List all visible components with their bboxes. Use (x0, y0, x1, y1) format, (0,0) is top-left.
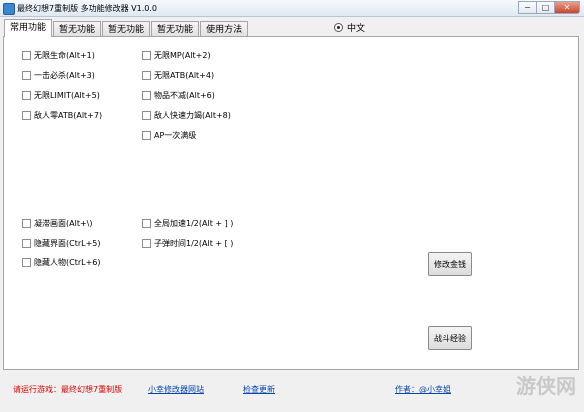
language-radio[interactable] (334, 23, 343, 32)
option-infinite-atb[interactable]: 无限ATB(Alt+4) (142, 70, 214, 81)
app-icon (3, 3, 15, 15)
tab-none-2[interactable]: 暂无功能 (102, 21, 151, 37)
option-freeze-screen[interactable]: 凝滞画面(Alt+\) (22, 218, 92, 229)
option-label: 隐藏人物(CtrL+6) (34, 258, 101, 267)
watermark-logo: 游侠网 (516, 374, 576, 398)
maximize-button[interactable]: □ (536, 1, 554, 14)
checkbox[interactable] (22, 71, 31, 80)
checkbox[interactable] (142, 131, 151, 140)
minimize-button[interactable]: − (518, 1, 536, 14)
option-enemy-zero-atb[interactable]: 敌人零ATB(Alt+7) (22, 110, 102, 121)
option-enemy-fast-stagger[interactable]: 敌人快速力竭(Alt+8) (142, 110, 231, 121)
run-game-notice: 请运行游戏：最终幻想7重制版 (13, 385, 123, 394)
option-hide-ui[interactable]: 隐藏界面(CtrL+5) (22, 238, 101, 249)
checkbox[interactable] (22, 51, 31, 60)
option-label: 无限LIMIT(Alt+5) (34, 91, 100, 100)
option-items-unlimited[interactable]: 物品不减(Alt+6) (142, 90, 215, 101)
option-bullet-time[interactable]: 子弹时间1/2(Alt + [ ) (142, 238, 233, 249)
checkbox[interactable] (22, 239, 31, 248)
option-label: 无限MP(Alt+2) (154, 51, 211, 60)
check-update-link[interactable]: 检查更新 (243, 384, 275, 395)
option-label: 子弹时间1/2(Alt + [ ) (154, 239, 234, 248)
option-ap-max-level[interactable]: AP一次满级 (142, 130, 196, 141)
option-label: 全局加速1/2(Alt + ] ) (154, 219, 234, 228)
site-link[interactable]: 小幸修改器网站 (148, 384, 204, 395)
option-label: 物品不减(Alt+6) (154, 91, 215, 100)
option-label: AP一次满级 (154, 131, 197, 140)
option-infinite-hp[interactable]: 无限生命(Alt+1) (22, 50, 95, 61)
tab-usage[interactable]: 使用方法 (200, 21, 249, 37)
option-label: 敌人零ATB(Alt+7) (34, 111, 103, 120)
option-label: 一击必杀(Alt+3) (34, 71, 95, 80)
close-button[interactable]: ✕ (554, 1, 580, 14)
option-label: 无限生命(Alt+1) (34, 51, 95, 60)
window-controls: − □ ✕ (518, 1, 580, 14)
checkbox[interactable] (22, 91, 31, 100)
title-bar: 最终幻想7重制版 多功能修改器 V1.0.0 − □ ✕ (0, 0, 584, 17)
battle-exp-button[interactable]: 战斗经验 (428, 326, 472, 350)
option-infinite-mp[interactable]: 无限MP(Alt+2) (142, 50, 211, 61)
option-global-speed[interactable]: 全局加速1/2(Alt + ] ) (142, 218, 233, 229)
option-infinite-limit[interactable]: 无限LIMIT(Alt+5) (22, 90, 100, 101)
tab-strip: 常用功能 暂无功能 暂无功能 暂无功能 使用方法 (4, 19, 249, 37)
checkbox[interactable] (142, 239, 151, 248)
option-label: 无限ATB(Alt+4) (154, 71, 215, 80)
tab-common-functions[interactable]: 常用功能 (4, 19, 53, 37)
checkbox[interactable] (22, 219, 31, 228)
options-panel: 无限生命(Alt+1) 一击必杀(Alt+3) 无限LIMIT(Alt+5) 敌… (3, 36, 579, 370)
option-label: 凝滞画面(Alt+\) (34, 219, 93, 228)
checkbox[interactable] (142, 111, 151, 120)
checkbox[interactable] (142, 219, 151, 228)
checkbox[interactable] (22, 258, 31, 267)
checkbox[interactable] (142, 71, 151, 80)
checkbox[interactable] (142, 91, 151, 100)
checkbox[interactable] (22, 111, 31, 120)
checkbox[interactable] (142, 51, 151, 60)
option-one-hit-kill[interactable]: 一击必杀(Alt+3) (22, 70, 95, 81)
footer: 请运行游戏：最终幻想7重制版 小幸修改器网站 检查更新 作者：@小幸姐 游侠网 (0, 370, 584, 412)
option-label: 敌人快速力竭(Alt+8) (154, 111, 231, 120)
option-hide-character[interactable]: 隐藏人物(CtrL+6) (22, 257, 101, 268)
author-link[interactable]: 作者：@小幸姐 (395, 384, 451, 395)
language-label: 中文 (347, 24, 366, 34)
window-title: 最终幻想7重制版 多功能修改器 V1.0.0 (17, 4, 158, 13)
tab-none-3[interactable]: 暂无功能 (151, 21, 200, 37)
modify-money-button[interactable]: 修改金钱 (428, 252, 472, 276)
language-option[interactable]: 中文 (334, 21, 365, 34)
tab-none-1[interactable]: 暂无功能 (53, 21, 102, 37)
option-label: 隐藏界面(CtrL+5) (34, 239, 101, 248)
